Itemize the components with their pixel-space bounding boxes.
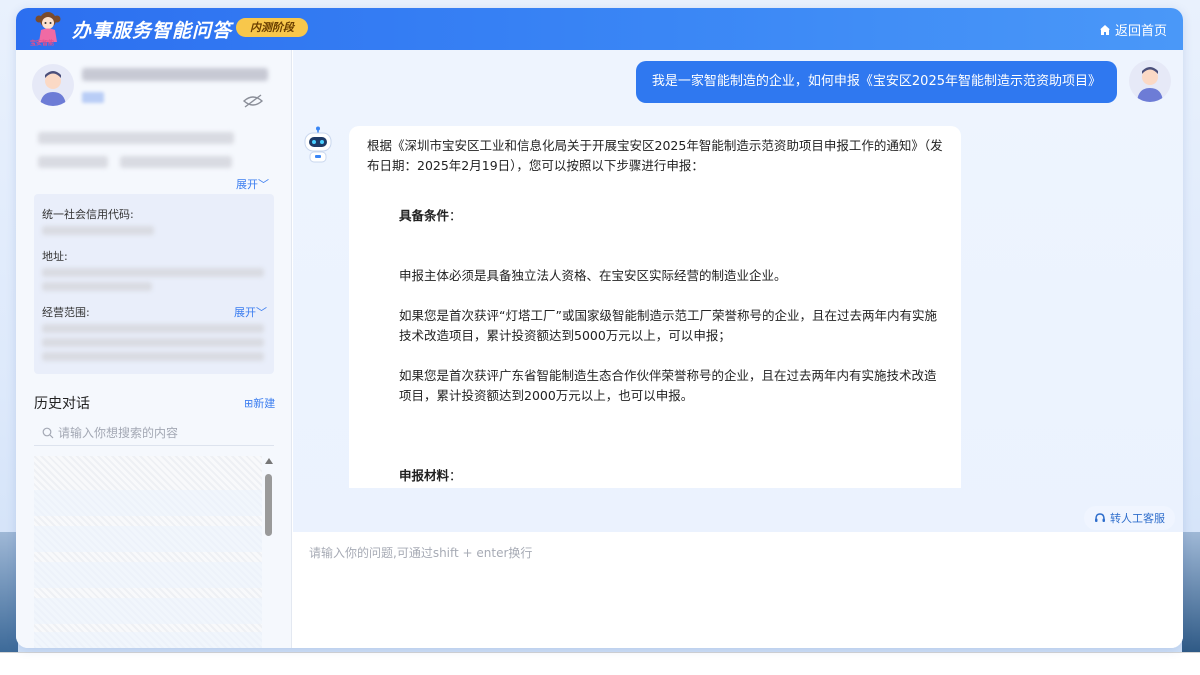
app-header: 宝安智能 办事服务智能问答 内测阶段 返回首页 (16, 8, 1183, 50)
credit-code-redacted (42, 226, 154, 235)
home-link-label: 返回首页 (1114, 24, 1167, 39)
bot-paragraph: 如果您是首次获评“灯塔工厂”或国家级智能制造示范工厂荣誉称号的企业，且在过去两年… (399, 308, 937, 343)
app-window: 宝安智能 办事服务智能问答 内测阶段 返回首页 展开﹀ 统一社会信用代码: 地址… (16, 8, 1183, 648)
company-detail-redacted (120, 156, 232, 168)
user-avatar-icon (1137, 67, 1163, 102)
company-name-redacted (82, 68, 268, 81)
history-item[interactable] (34, 632, 262, 648)
expand-details-label: 展开 (236, 178, 258, 191)
address-redacted (42, 282, 152, 291)
address-redacted (42, 268, 264, 277)
section-title-conditions: 具备条件 (399, 208, 450, 223)
headset-icon (1095, 513, 1105, 522)
history-scrollbar[interactable] (264, 456, 274, 648)
new-chat-button[interactable]: ⊞新建 (244, 395, 275, 411)
business-scope-redacted (42, 352, 264, 361)
chevron-down-icon: ﹀ (258, 178, 269, 191)
bot-paragraph: 如果您是首次获评广东省智能制造生态合作伙伴荣誉称号的企业，且在过去两年内有实施技… (399, 368, 937, 403)
transfer-to-agent-button[interactable]: 转人工客服 (1084, 506, 1175, 530)
section-title-materials: 申报材料 (399, 468, 450, 483)
home-link[interactable]: 返回首页 (1099, 20, 1167, 39)
eye-off-icon[interactable] (242, 94, 264, 108)
credit-code-label: 统一社会信用代码: (42, 208, 134, 221)
section-heading: 具备条件： (367, 206, 943, 226)
chat-panel: 我是一家智能制造的企业，如何申报《宝安区2025年智能制造示范资助项目》 根据《… (293, 50, 1183, 648)
company-detail-redacted (38, 132, 234, 144)
company-tag-redacted (82, 92, 104, 103)
history-list (34, 456, 262, 648)
logo-caption: 宝安智能 (30, 40, 55, 47)
expand-scope-label: 展开 (234, 306, 256, 319)
history-item[interactable] (34, 526, 262, 552)
chevron-down-icon: ﹀ (256, 306, 267, 319)
app-title: 办事服务智能问答 (72, 20, 233, 42)
skyline-right (1182, 532, 1200, 652)
bot-message-bubble: 根据《深圳市宝安区工业和信息化局关于开展宝安区2025年智能制造示范资助项目申报… (349, 126, 961, 488)
business-scope-redacted (42, 324, 264, 333)
home-icon (1099, 24, 1110, 35)
history-item[interactable] (34, 490, 262, 516)
history-search-input[interactable] (58, 425, 258, 440)
search-icon (42, 427, 54, 438)
section-heading: 申报材料： (367, 466, 943, 486)
section-colon: ： (449, 208, 462, 223)
bot-paragraph: 申报主体必须是具备独立法人资格、在宝安区实际经营的制造业企业。 (399, 268, 787, 283)
history-item[interactable] (34, 562, 262, 588)
expand-scope-link[interactable]: 展开﹀ (234, 304, 267, 320)
robot-icon (304, 126, 332, 163)
new-chat-label: 新建 (253, 397, 276, 410)
section-colon: ： (449, 468, 462, 483)
chat-input-area (293, 532, 1183, 648)
user-avatar-icon (40, 71, 66, 106)
business-scope-redacted (42, 338, 264, 347)
history-title: 历史对话 (34, 396, 90, 412)
user-message-bubble: 我是一家智能制造的企业，如何申报《宝安区2025年智能制造示范资助项目》 (635, 61, 1117, 103)
transfer-label: 转人工客服 (1110, 512, 1165, 525)
plus-square-icon: ⊞ (244, 397, 254, 410)
stage-badge: 内测阶段 (236, 18, 308, 37)
business-scope-label: 经营范围: (42, 306, 90, 319)
address-label: 地址: (42, 250, 68, 263)
chat-input[interactable] (309, 544, 1167, 636)
bot-intro-text: 根据《深圳市宝安区工业和信息化局关于开展宝安区2025年智能制造示范资助项目申报… (367, 138, 943, 173)
scroll-thumb[interactable] (265, 474, 272, 536)
company-detail-redacted (38, 156, 108, 168)
expand-details-link[interactable]: 展开﹀ (236, 176, 269, 192)
history-search (34, 420, 274, 446)
sidebar: 展开﹀ 统一社会信用代码: 地址: 经营范围: 展开﹀ 历史对话 ⊞新建 (16, 50, 292, 648)
company-avatar (32, 64, 74, 106)
history-item[interactable] (34, 598, 262, 624)
company-info-box: 统一社会信用代码: 地址: 经营范围: 展开﹀ (34, 194, 274, 374)
page-divider (0, 652, 1200, 653)
scroll-up-arrow-icon[interactable] (265, 458, 273, 464)
user-avatar (1129, 60, 1171, 102)
